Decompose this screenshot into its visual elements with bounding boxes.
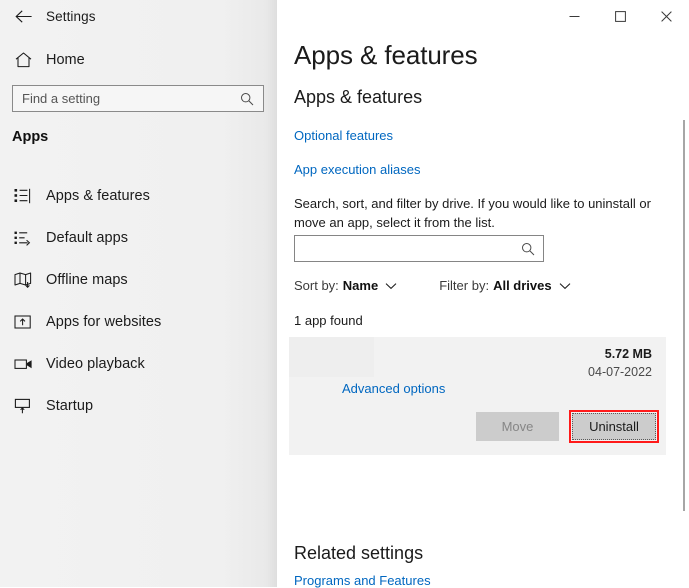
home-icon bbox=[0, 52, 46, 68]
sidebar-item-apps-features[interactable]: Apps & features bbox=[0, 175, 277, 217]
scrollbar-thumb[interactable] bbox=[683, 120, 685, 511]
sidebar-nav-list: Apps & features Default apps bbox=[0, 175, 277, 427]
page-title: Apps & features bbox=[294, 40, 478, 71]
related-settings-heading: Related settings bbox=[294, 543, 423, 564]
sort-by-value: Name bbox=[343, 278, 378, 293]
move-button[interactable]: Move bbox=[476, 412, 559, 441]
sidebar-item-label: Apps for websites bbox=[46, 314, 161, 330]
app-execution-aliases-link[interactable]: App execution aliases bbox=[294, 162, 420, 177]
back-button[interactable] bbox=[0, 0, 46, 32]
app-search-input[interactable] bbox=[295, 236, 521, 261]
app-action-buttons: Move Uninstall bbox=[476, 410, 659, 443]
page-description: Search, sort, and filter by drive. If yo… bbox=[294, 194, 672, 232]
sidebar-item-home[interactable]: Home bbox=[0, 45, 277, 75]
sidebar-section-heading: Apps bbox=[12, 129, 48, 145]
sidebar-item-label: Apps & features bbox=[46, 188, 150, 204]
back-arrow-icon bbox=[15, 10, 32, 23]
sidebar-titlebar: Settings bbox=[0, 0, 277, 32]
monitor-boot-icon bbox=[0, 398, 46, 414]
uninstall-button[interactable]: Uninstall bbox=[572, 413, 656, 440]
sort-filter-row: Sort by: Name Filter by: All drives bbox=[294, 278, 571, 293]
close-icon bbox=[661, 11, 672, 22]
filter-by-label: Filter by: bbox=[439, 278, 489, 293]
sidebar-item-label: Default apps bbox=[46, 230, 128, 246]
sidebar-item-offline-maps[interactable]: Offline maps bbox=[0, 259, 277, 301]
maximize-button[interactable] bbox=[597, 0, 643, 32]
app-count-label: 1 app found bbox=[294, 313, 363, 328]
main-content: Apps & features Apps & features Optional… bbox=[277, 0, 689, 587]
search-icon bbox=[240, 92, 263, 106]
sidebar-item-video-playback[interactable]: Video playback bbox=[0, 343, 277, 385]
sort-by-dropdown[interactable]: Sort by: Name bbox=[294, 278, 397, 293]
sidebar-item-label: Startup bbox=[46, 398, 93, 414]
sidebar-item-label: Video playback bbox=[46, 356, 145, 372]
map-download-icon bbox=[0, 272, 46, 288]
advanced-options-link[interactable]: Advanced options bbox=[342, 381, 445, 396]
sidebar-item-startup[interactable]: Startup bbox=[0, 385, 277, 427]
section-subtitle: Apps & features bbox=[294, 87, 422, 108]
sidebar-item-label: Offline maps bbox=[46, 272, 128, 288]
sidebar-item-apps-for-websites[interactable]: Apps for websites bbox=[0, 301, 277, 343]
list-icon bbox=[0, 188, 46, 204]
app-search-box[interactable] bbox=[294, 235, 544, 262]
list-arrow-icon bbox=[0, 230, 46, 246]
window-controls bbox=[551, 0, 689, 32]
filter-by-dropdown[interactable]: Filter by: All drives bbox=[439, 278, 570, 293]
sidebar-item-label: Home bbox=[46, 52, 85, 68]
window-arrow-icon bbox=[0, 314, 46, 330]
optional-features-link[interactable]: Optional features bbox=[294, 128, 393, 143]
app-size: 5.72 MB bbox=[605, 347, 652, 361]
chevron-down-icon bbox=[559, 282, 571, 290]
maximize-icon bbox=[615, 11, 626, 22]
chevron-down-icon bbox=[385, 282, 397, 290]
video-camera-icon bbox=[0, 357, 46, 371]
search-icon bbox=[521, 242, 543, 256]
app-list-item[interactable]: 5.72 MB 04-07-2022 Advanced options Move… bbox=[289, 337, 666, 455]
app-icon bbox=[289, 337, 374, 377]
sidebar-item-default-apps[interactable]: Default apps bbox=[0, 217, 277, 259]
close-button[interactable] bbox=[643, 0, 689, 32]
vertical-scrollbar[interactable] bbox=[675, 32, 689, 587]
minimize-button[interactable] bbox=[551, 0, 597, 32]
programs-and-features-link[interactable]: Programs and Features bbox=[294, 573, 431, 588]
find-setting-input[interactable] bbox=[13, 86, 240, 111]
minimize-icon bbox=[569, 11, 580, 22]
app-install-date: 04-07-2022 bbox=[588, 365, 652, 379]
app-title: Settings bbox=[46, 9, 96, 24]
filter-by-value: All drives bbox=[493, 278, 552, 293]
find-setting-box[interactable] bbox=[12, 85, 264, 112]
settings-sidebar: Settings Home Apps bbox=[0, 0, 277, 587]
uninstall-highlight: Uninstall bbox=[569, 410, 659, 443]
sort-by-label: Sort by: bbox=[294, 278, 339, 293]
